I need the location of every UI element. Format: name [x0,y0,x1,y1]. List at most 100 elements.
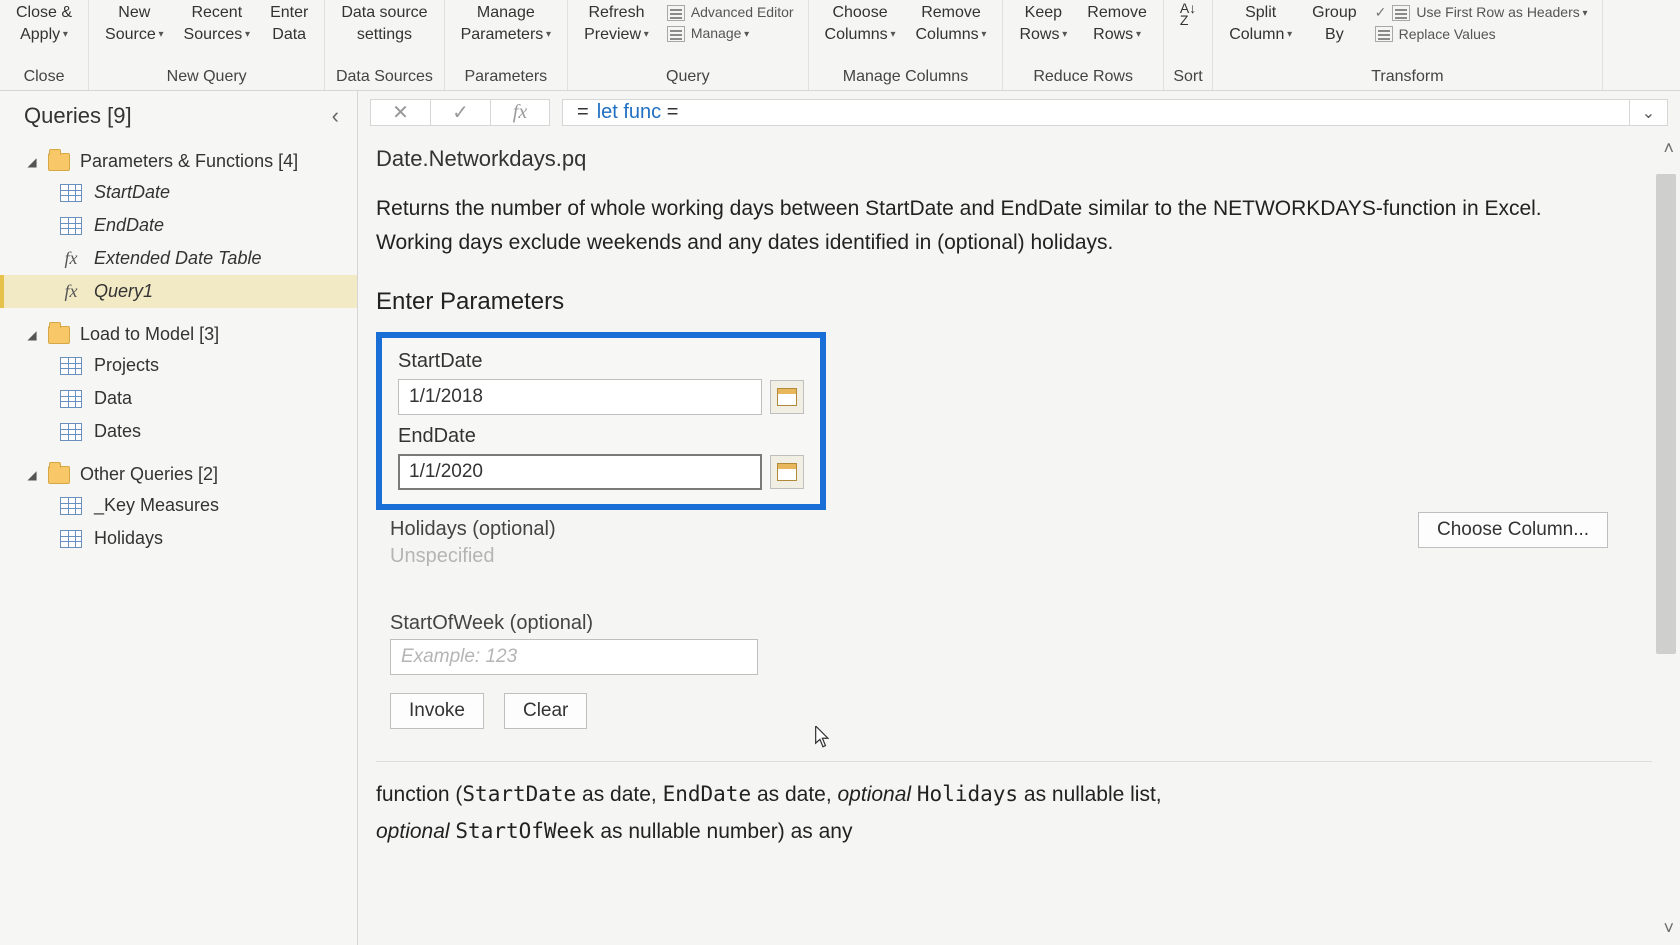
scrollbar-thumb[interactable] [1656,174,1676,654]
folder-icon [48,326,70,344]
editor-area: ✕ ✓ fx = let func = ⌄ ˄ ˅ Date.Networkda… [358,91,1680,945]
commit-formula-icon[interactable]: ✓ [430,99,490,126]
ribbon-button[interactable]: RefreshPreview [574,0,659,66]
ribbon-group: A↓ZSort [1164,0,1213,90]
ribbon-group-label: Close [6,66,82,90]
tree-item[interactable]: Holidays [0,522,357,555]
tree-item[interactable]: StartDate [0,176,357,209]
startdate-input[interactable] [398,379,762,415]
table-icon [667,5,685,21]
date-params-highlight: StartDate EndDate [376,332,826,510]
ribbon-group-label: Manage Columns [815,66,997,90]
folder-icon [48,466,70,484]
table-icon [60,423,82,441]
ribbon-group-label: Transform [1219,66,1595,90]
ribbon-button[interactable]: RemoveColumns [906,0,997,66]
ribbon-button[interactable]: KeepRows [1009,0,1077,66]
sig-opt1: optional [838,783,917,806]
function-description: Returns the number of whole working days… [376,190,1652,284]
startofweek-input[interactable] [390,639,758,675]
sort-buttons[interactable]: A↓Z [1170,0,1206,66]
formula-eq: = [577,101,589,124]
enddate-datepicker-button[interactable] [770,455,804,489]
tree-item[interactable]: _Key Measures [0,489,357,522]
function-signature: function (StartDate as date, EndDate as … [376,776,1652,850]
enter-parameters-heading: Enter Parameters [376,284,1652,332]
sig-p1: StartDate [462,782,576,806]
ribbon-group: Data sourcesettingsData Sources [325,0,444,90]
ribbon-group: RefreshPreview Advanced EditorManage Query [568,0,808,90]
clear-button[interactable]: Clear [504,693,587,729]
scroll-down-icon[interactable]: ˅ [1663,918,1674,939]
collapse-pane-icon[interactable]: ‹ [332,103,339,129]
tree-item[interactable]: Dates [0,415,357,448]
folder-icon [48,153,70,171]
ribbon-stack-item[interactable]: Advanced Editor [667,2,794,23]
enddate-label: EndDate [398,423,804,454]
fx-icon[interactable]: fx [490,99,550,126]
tree-item[interactable]: Data [0,382,357,415]
ribbon-stack-item[interactable]: Use First Row as Headers [1375,2,1588,24]
tree-group[interactable]: ◢Other Queries [2] [0,460,357,489]
table-icon [60,217,82,235]
ribbon-stack-item[interactable]: Replace Values [1375,24,1588,45]
ribbon-button[interactable]: ChooseColumns [815,0,906,66]
ribbon-button[interactable]: Close &Apply [6,0,82,66]
ribbon-stack-item[interactable]: Manage [667,23,794,45]
sig-t4: as nullable number) as any [594,820,852,843]
formula-bar: ✕ ✓ fx = let func = ⌄ [358,91,1680,132]
startofweek-label: StartOfWeek (optional) [390,610,1652,639]
ribbon-group-label: Data Sources [331,66,437,90]
ribbon-button[interactable]: EnterData [260,0,318,66]
ribbon-group: Close &ApplyClose [0,0,89,90]
ribbon-button[interactable]: RemoveRows [1077,0,1157,66]
tree-item-label: Data [94,388,132,409]
tree-item-label: Projects [94,355,159,376]
ribbon-group-label: New Query [95,66,318,90]
ribbon-group-label: Query [574,66,801,90]
function-icon: fx [60,248,82,269]
function-title: Date.Networkdays.pq [376,140,1652,190]
tree-group[interactable]: ◢Load to Model [3] [0,320,357,349]
formula-suffix: = [667,101,679,124]
scroll-up-icon[interactable]: ˄ [1663,138,1674,159]
ribbon-button[interactable]: RecentSources [174,0,261,66]
ribbon-group: NewSourceRecentSourcesEnterDataNew Query [89,0,325,90]
tree-item-label: StartDate [94,182,170,203]
ribbon: Close &ApplyCloseNewSourceRecentSourcesE… [0,0,1680,91]
ribbon-group-label: Parameters [451,66,562,90]
startdate-datepicker-button[interactable] [770,380,804,414]
main-area: Queries [9] ‹ ◢Parameters & Functions [4… [0,91,1680,945]
formula-input[interactable]: = let func = [562,99,1630,126]
sig-func: function [376,783,450,806]
queries-header: Queries [9] ‹ [0,91,357,139]
tree-item[interactable]: fxExtended Date Table [0,242,357,275]
ribbon-group: KeepRowsRemoveRowsReduce Rows [1003,0,1163,90]
ribbon-button[interactable]: Data sourcesettings [331,0,437,66]
choose-column-button[interactable]: Choose Column... [1418,512,1608,548]
ribbon-button[interactable]: SplitColumn [1219,0,1302,66]
holidays-value: Unspecified [390,545,1652,580]
sig-t1: as date, [576,783,662,806]
enddate-input[interactable] [398,454,762,490]
tree-item-label: EndDate [94,215,164,236]
function-icon: fx [60,281,82,302]
tree-item[interactable]: EndDate [0,209,357,242]
ribbon-group-label: Sort [1170,66,1206,90]
calendar-icon [777,388,797,406]
tree-item-label: Holidays [94,528,163,549]
expand-formula-icon[interactable]: ⌄ [1630,99,1668,126]
invoke-button[interactable]: Invoke [390,693,484,729]
ribbon-button[interactable]: ManageParameters [451,0,562,66]
ribbon-button[interactable]: NewSource [95,0,174,66]
table-icon [60,530,82,548]
ribbon-button[interactable]: GroupBy [1302,0,1366,66]
sig-opt2: optional [376,820,455,843]
cancel-formula-icon[interactable]: ✕ [370,99,430,126]
tree-group-label: Other Queries [2] [80,464,218,485]
tree-item[interactable]: fxQuery1 [0,275,357,308]
queries-title: Queries [9] [24,103,132,129]
tree-group[interactable]: ◢Parameters & Functions [4] [0,147,357,176]
ribbon-group-label: Reduce Rows [1009,66,1156,90]
tree-item[interactable]: Projects [0,349,357,382]
